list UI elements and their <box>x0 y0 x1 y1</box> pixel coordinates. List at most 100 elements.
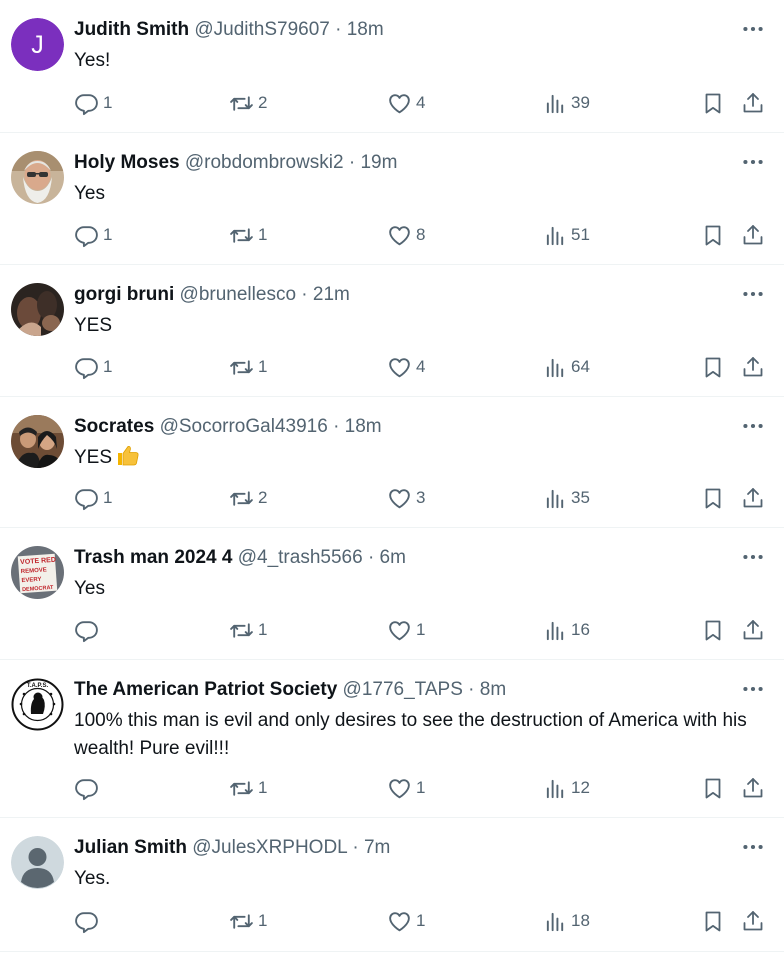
avatar[interactable]: J <box>11 18 64 71</box>
tweet-text-content: YES <box>74 447 113 468</box>
avatar[interactable] <box>11 415 64 468</box>
bookmark-button[interactable] <box>701 353 725 381</box>
reply-button[interactable]: 1 <box>74 221 112 249</box>
bookmark-button[interactable] <box>701 616 725 644</box>
reply-button[interactable] <box>74 774 103 802</box>
timestamp[interactable]: 18m <box>345 416 382 437</box>
view-count: 64 <box>571 357 590 376</box>
avatar[interactable] <box>11 836 64 889</box>
share-button[interactable] <box>741 774 765 802</box>
tweet-text: 100% this man is evil and only desires t… <box>74 710 747 759</box>
reply-button[interactable] <box>74 907 103 935</box>
share-button[interactable] <box>741 89 765 117</box>
user-handle[interactable]: @brunellesco <box>180 284 296 305</box>
more-options-icon[interactable] <box>740 834 766 860</box>
like-button[interactable]: 8 <box>387 221 425 249</box>
user-handle[interactable]: @1776_TAPS <box>343 679 463 700</box>
tweet-card[interactable]: T.A.P.S. The American Patriot Society @1… <box>0 660 784 818</box>
user-handle[interactable]: @SocorroGal43916 <box>160 416 328 437</box>
repost-button[interactable]: 1 <box>229 616 267 644</box>
repost-count: 2 <box>258 93 268 112</box>
like-button[interactable]: 1 <box>387 616 425 644</box>
like-button[interactable]: 4 <box>387 89 425 117</box>
tweet-card[interactable]: VOTE RED REMOVE EVERY DEMOCRAT Trash man… <box>0 528 784 660</box>
like-button[interactable]: 1 <box>387 907 425 935</box>
views-button[interactable]: 12 <box>544 774 590 802</box>
avatar[interactable] <box>11 151 64 204</box>
timestamp[interactable]: 6m <box>380 547 406 568</box>
more-options-icon[interactable] <box>740 544 766 570</box>
tweet-header: Julian Smith @JulesXRPHODL · 7m <box>74 836 390 860</box>
user-handle[interactable]: @JudithS79607 <box>194 19 330 40</box>
bookmark-button[interactable] <box>701 89 725 117</box>
display-name[interactable]: Trash man 2024 4 <box>74 547 232 568</box>
tweet-card[interactable]: Holy Moses @robdombrowski2 · 19m Yes 1 1… <box>0 133 784 265</box>
user-handle[interactable]: @4_trash5566 <box>238 547 363 568</box>
avatar[interactable] <box>11 283 64 336</box>
timestamp[interactable]: 19m <box>360 152 397 173</box>
bookmark-button[interactable] <box>701 907 725 935</box>
reply-button[interactable]: 1 <box>74 353 112 381</box>
repost-count: 2 <box>258 488 268 507</box>
view-count: 12 <box>571 778 590 797</box>
reply-button[interactable]: 1 <box>74 89 112 117</box>
like-button[interactable]: 3 <box>387 484 425 512</box>
repost-button[interactable]: 1 <box>229 353 267 381</box>
timestamp[interactable]: 21m <box>313 284 350 305</box>
reply-button[interactable] <box>74 616 103 644</box>
reply-count: 1 <box>103 93 113 112</box>
repost-button[interactable]: 2 <box>229 89 267 117</box>
repost-count: 1 <box>258 778 268 797</box>
user-handle[interactable]: @robdombrowski2 <box>185 152 344 173</box>
views-button[interactable]: 64 <box>544 353 590 381</box>
display-name[interactable]: Socrates <box>74 416 154 437</box>
bookmark-button[interactable] <box>701 484 725 512</box>
more-options-icon[interactable] <box>740 149 766 175</box>
display-name[interactable]: Judith Smith <box>74 19 189 40</box>
user-handle[interactable]: @JulesXRPHODL <box>192 837 347 858</box>
tweet-card[interactable]: gorgi bruni @brunellesco · 21m YES 1 1 4… <box>0 265 784 397</box>
repost-button[interactable]: 1 <box>229 907 267 935</box>
repost-button[interactable]: 1 <box>229 774 267 802</box>
like-button[interactable]: 4 <box>387 353 425 381</box>
reply-icon <box>74 776 99 801</box>
views-button[interactable]: 39 <box>544 89 590 117</box>
like-count: 3 <box>416 488 426 507</box>
more-options-icon[interactable] <box>740 413 766 439</box>
views-button[interactable]: 16 <box>544 616 590 644</box>
share-button[interactable] <box>741 907 765 935</box>
reply-button[interactable]: 1 <box>74 484 112 512</box>
avatar[interactable]: VOTE RED REMOVE EVERY DEMOCRAT <box>11 546 64 599</box>
like-button[interactable]: 1 <box>387 774 425 802</box>
views-icon <box>544 619 567 642</box>
tweet-card[interactable]: Socrates @SocorroGal43916 · 18m YES 1 2 … <box>0 397 784 528</box>
views-button[interactable]: 51 <box>544 221 590 249</box>
more-options-icon[interactable] <box>740 16 766 42</box>
views-button[interactable]: 18 <box>544 907 590 935</box>
timestamp[interactable]: 8m <box>480 679 506 700</box>
bookmark-button[interactable] <box>701 221 725 249</box>
more-options-icon[interactable] <box>740 281 766 307</box>
timestamp[interactable]: 18m <box>347 19 384 40</box>
repost-icon <box>229 355 254 380</box>
reply-icon <box>74 618 99 643</box>
bookmark-button[interactable] <box>701 774 725 802</box>
share-icon <box>741 909 765 933</box>
share-button[interactable] <box>741 221 765 249</box>
display-name[interactable]: gorgi bruni <box>74 284 174 305</box>
display-name[interactable]: Julian Smith <box>74 837 187 858</box>
tweet-card[interactable]: Julian Smith @JulesXRPHODL · 7m Yes. 1 1… <box>0 818 784 952</box>
share-button[interactable] <box>741 484 765 512</box>
display-name[interactable]: Holy Moses <box>74 152 180 173</box>
more-options-icon[interactable] <box>740 676 766 702</box>
tweet-card[interactable]: J Judith Smith @JudithS79607 · 18m Yes! … <box>0 0 784 133</box>
heart-icon <box>387 355 412 380</box>
timestamp[interactable]: 7m <box>364 837 390 858</box>
display-name[interactable]: The American Patriot Society <box>74 679 337 700</box>
share-button[interactable] <box>741 353 765 381</box>
views-button[interactable]: 35 <box>544 484 590 512</box>
repost-button[interactable]: 1 <box>229 221 267 249</box>
repost-button[interactable]: 2 <box>229 484 267 512</box>
avatar[interactable]: T.A.P.S. <box>11 678 64 731</box>
share-button[interactable] <box>741 616 765 644</box>
